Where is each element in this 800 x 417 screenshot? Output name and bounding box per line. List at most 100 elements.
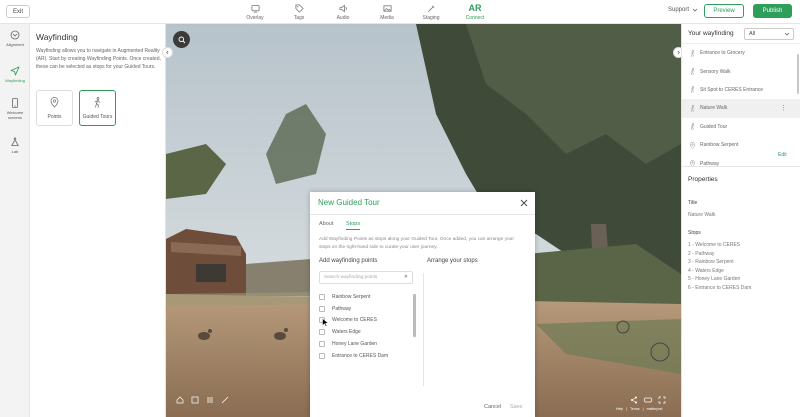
viewer-right-tools (630, 396, 666, 404)
new-guided-tour-modal: New Guided Tour About Stops Add Wayfindi… (310, 192, 535, 417)
arrange-stops-title: Arrange your stops (427, 258, 478, 264)
search-points-input[interactable]: Search wayfinding points ✕ (319, 271, 413, 284)
stop-item: 4 - Waters Edge (688, 267, 724, 274)
nav-tags[interactable]: Tags (277, 0, 321, 24)
nav-connect[interactable]: AR Connect (453, 0, 497, 24)
list-item[interactable]: Sit Spot to CERES Entrance (682, 81, 800, 99)
list-item[interactable]: Honey Lane Garden (319, 338, 419, 350)
chevron-left-icon (166, 50, 169, 55)
stop-item: 2 - Pathway (688, 250, 715, 257)
points-card[interactable]: Points (36, 90, 73, 126)
nav-audio[interactable]: Audio (321, 0, 365, 24)
rail-item-wayfinding-label: Wayfinding (5, 78, 25, 83)
support-menu[interactable]: Support (668, 7, 698, 13)
your-wayfinding-title: Your wayfinding (688, 30, 734, 37)
modal-divider (310, 214, 535, 215)
nav-tags-label: Tags (293, 15, 305, 21)
cancel-button[interactable]: Cancel (484, 404, 501, 410)
list-item[interactable]: Welcome to CERES (319, 315, 419, 327)
tab-stops[interactable]: Stops (346, 221, 361, 230)
publish-button[interactable]: Publish (753, 4, 792, 18)
rail-item-alignment[interactable]: Alignment (0, 30, 30, 47)
walking-person-icon (690, 104, 695, 112)
clear-search-icon[interactable]: ✕ (404, 274, 408, 280)
panel-collapse-left-button[interactable] (162, 47, 173, 58)
fullscreen-icon[interactable] (658, 396, 666, 404)
location-pin-icon (50, 97, 59, 108)
search-icon (178, 36, 185, 43)
vr-icon[interactable] (644, 396, 652, 404)
walking-person-icon (690, 68, 695, 75)
viewer-toolbar (176, 396, 229, 404)
tab-about[interactable]: About (319, 221, 333, 227)
list-item[interactable]: Nature Walk ⋮ (682, 99, 800, 118)
share-icon[interactable] (630, 396, 638, 404)
list-item[interactable]: Entrance to CERES Dam (319, 350, 419, 362)
nav-staging[interactable]: Staging (409, 0, 453, 24)
rail-item-welcome-screens[interactable]: Welcome screens (0, 98, 30, 120)
checkbox[interactable] (319, 341, 325, 348)
audio-icon (338, 4, 347, 13)
stop-item: 1 - Welcome to CERES (688, 242, 741, 248)
rail-item-wayfinding[interactable]: Wayfinding (0, 66, 30, 83)
tag-icon (294, 4, 304, 13)
rail-item-lab[interactable]: Lab (0, 137, 30, 154)
walking-person-icon (690, 86, 695, 94)
panel-title: Wayfinding (36, 32, 78, 42)
matterport-logo: matterport (646, 407, 663, 411)
terms-link[interactable]: Terms (630, 407, 640, 411)
top-nav: Overlay Tags Audio Media Staging AR Conn… (233, 0, 497, 24)
location-pin-icon (690, 141, 695, 149)
properties-title-value: Nature Walk (688, 212, 716, 218)
list-item[interactable]: Sensory Walk (682, 62, 800, 80)
checkbox[interactable] (319, 329, 325, 336)
checkbox[interactable] (319, 352, 325, 359)
location-pin-icon (690, 160, 695, 166)
measure-icon[interactable] (221, 396, 229, 404)
search-placeholder: Search wayfinding points (324, 275, 378, 280)
stop-item: 6 - Entrance to CERES Dam (688, 284, 752, 291)
right-panel: Your wayfinding All Entrance to Grocery … (681, 24, 800, 417)
points-scrollbar[interactable] (413, 294, 416, 337)
wayfinding-list: Entrance to Grocery Sensory Walk Sit Spo… (682, 43, 800, 167)
checkbox[interactable] (319, 305, 325, 312)
modal-description: Add Wayfinding Points as stops along you… (319, 237, 514, 250)
more-options-icon[interactable]: ⋮ (780, 104, 787, 112)
nav-connect-label: Connect (465, 15, 485, 21)
wayfinding-filter-select[interactable]: All (744, 28, 794, 40)
wayfinding-panel: Wayfinding Wayfinding allows you to navi… (30, 24, 166, 417)
list-item[interactable]: Rainbow Serpent (319, 291, 419, 303)
close-icon[interactable] (520, 199, 528, 207)
list-item[interactable]: Entrance to Grocery (682, 44, 800, 62)
viewer-footer-links: Help | Terms | matterport (616, 407, 663, 411)
rail-item-welcome-screens-label: Welcome screens (6, 110, 24, 120)
list-scrollbar[interactable] (797, 54, 799, 94)
guided-tours-card[interactable]: Guided Tours (79, 90, 116, 126)
properties-edit-button[interactable]: Edit (778, 152, 787, 158)
nav-overlay[interactable]: Overlay (233, 0, 277, 24)
list-item[interactable]: Guided Tour (682, 118, 800, 136)
preview-button[interactable]: Preview (704, 4, 744, 18)
walking-person-icon (690, 49, 695, 57)
nav-media[interactable]: Media (365, 0, 409, 24)
properties-stops-list: 1 - Welcome to CERES 2 - Pathway 3 - Rai… (688, 241, 751, 293)
floor-selector-icon[interactable] (206, 396, 214, 404)
rail-item-alignment-label: Alignment (6, 42, 24, 47)
chevron-down-icon (692, 8, 698, 12)
points-card-label: Points (47, 114, 62, 120)
properties-title-label: Title (688, 200, 698, 206)
floorplan-icon[interactable] (191, 396, 199, 404)
exit-button[interactable]: Exit (6, 5, 30, 18)
walking-person-icon (94, 97, 101, 108)
viewer-search-button[interactable] (173, 31, 190, 48)
help-link[interactable]: Help (616, 407, 623, 411)
guided-tours-card-label: Guided Tours (82, 114, 113, 120)
left-rail: Alignment Wayfinding Welcome screens Lab (0, 24, 30, 417)
column-divider (423, 273, 424, 386)
nav-overlay-label: Overlay (246, 15, 264, 21)
dollhouse-icon[interactable] (176, 396, 184, 404)
list-item[interactable]: Waters Edge (319, 326, 419, 338)
save-button[interactable]: Save (510, 404, 523, 410)
checkbox[interactable] (319, 293, 325, 300)
list-item[interactable]: Pathway (319, 303, 419, 315)
